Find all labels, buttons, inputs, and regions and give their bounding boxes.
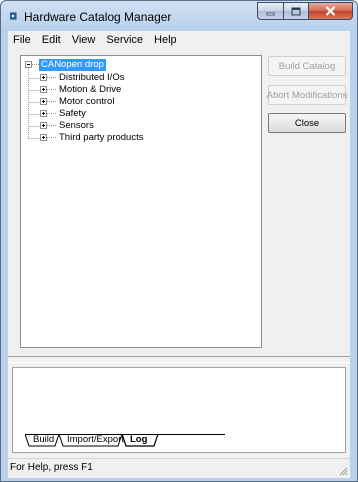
menu-bar: File Edit View Service Help [8,31,350,49]
tree-item-label: Motion & Drive [59,84,122,95]
tree-item-label: Safety [59,108,86,119]
minimize-icon [266,12,275,15]
tree-item-label: Third party products [59,132,144,143]
tab-log[interactable]: Log [126,434,151,446]
close-window-button[interactable] [308,2,353,20]
window-title: Hardware Catalog Manager [24,10,172,24]
caption-buttons [257,2,353,21]
menu-service[interactable]: Service [101,31,149,49]
tree-connector-lines [28,68,40,139]
close-button[interactable]: Close [268,113,346,133]
minimize-button[interactable] [257,2,283,20]
app-icon [10,12,17,20]
tab-build[interactable]: Build [29,434,58,446]
abort-modifications-button[interactable]: Abort Modifications [267,85,347,105]
resize-grip-icon[interactable] [337,465,348,476]
build-catalog-button[interactable]: Build Catalog [268,56,346,76]
status-text: For Help, press F1 [10,462,93,473]
tab-import-export[interactable]: Import/Export [63,434,128,446]
maximize-icon [291,7,301,15]
title-bar[interactable]: Hardware Catalog Manager [1,1,357,31]
log-output-area[interactable] [13,368,345,434]
menu-file[interactable]: File [8,31,37,49]
tree-item-label: Motor control [59,96,115,107]
output-pane: Build Import/Export Log [12,367,346,453]
menu-help[interactable]: Help [149,31,183,49]
close-icon [325,6,336,16]
tree-item-label: Distributed I/Os [59,72,125,83]
maximize-button[interactable] [283,2,308,20]
status-bar: For Help, press F1 [8,458,350,478]
pane-splitter[interactable] [8,356,350,363]
menu-edit[interactable]: Edit [37,31,67,49]
menu-view[interactable]: View [67,31,102,49]
catalog-tree[interactable]: CANopen drop Distributed I/Os Motion & D… [20,55,262,348]
client-area: CANopen drop Distributed I/Os Motion & D… [8,49,350,478]
app-window: Hardware Catalog Manager File Edit View … [0,0,358,482]
tree-item-label: Sensors [59,120,94,131]
